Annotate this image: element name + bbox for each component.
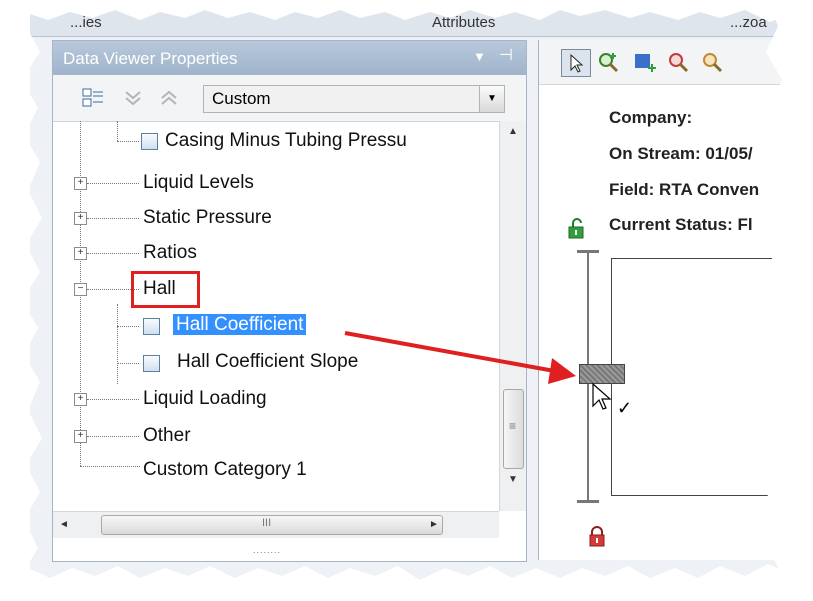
lock-open-icon[interactable] bbox=[567, 218, 587, 240]
torn-edge-left bbox=[0, 0, 42, 601]
tree-item-hall-coefficient[interactable]: Hall Coefficient bbox=[173, 310, 307, 340]
zoom-in-icon[interactable] bbox=[665, 49, 693, 75]
tree-item[interactable]: Static Pressure bbox=[143, 203, 272, 233]
sort-icon[interactable] bbox=[157, 87, 181, 109]
tree-item[interactable]: Liquid Loading bbox=[143, 384, 267, 414]
drop-target-handle[interactable] bbox=[579, 364, 625, 384]
pointer-tool-icon[interactable] bbox=[561, 49, 591, 77]
tree-guide-line bbox=[117, 304, 118, 384]
vertical-scroll-thumb[interactable]: ≡ bbox=[503, 389, 524, 469]
scroll-up-icon[interactable]: ▲ bbox=[500, 121, 526, 143]
slider-bottom-cap bbox=[577, 500, 599, 503]
tree-connector bbox=[87, 399, 139, 400]
tree-checkbox[interactable] bbox=[143, 355, 160, 372]
tree-item[interactable]: Casing Minus Tubing Pressu bbox=[165, 126, 407, 156]
scroll-left-icon[interactable]: ◄ bbox=[53, 512, 75, 538]
company-label: Company: bbox=[609, 108, 693, 127]
horizontal-scrollbar[interactable]: ◄ III ► bbox=[53, 511, 499, 538]
scroll-right-icon[interactable]: ► bbox=[423, 512, 445, 538]
on-stream-label: On Stream: 01/05/ bbox=[609, 144, 753, 163]
collapse-all-icon[interactable] bbox=[81, 87, 105, 109]
tree-item[interactable]: Liquid Levels bbox=[143, 168, 254, 198]
vertical-scrollbar[interactable]: ▲ ≡ ▼ bbox=[499, 121, 526, 511]
field-label: Field: RTA Conven bbox=[609, 180, 760, 199]
tree-item[interactable]: Ratios bbox=[143, 238, 197, 268]
zoom-icon[interactable] bbox=[699, 49, 727, 75]
category-tree: Casing Minus Tubing Pressu + Liquid Leve… bbox=[53, 121, 499, 511]
tree-checkbox[interactable] bbox=[143, 318, 160, 335]
current-status-label: Current Status: Fl bbox=[609, 215, 753, 234]
horizontal-scroll-thumb[interactable]: III bbox=[101, 515, 443, 535]
lock-closed-icon[interactable] bbox=[587, 526, 607, 548]
expand-icon[interactable]: + bbox=[74, 247, 87, 260]
torn-edge-top bbox=[0, 0, 813, 22]
tree-item[interactable]: Other bbox=[143, 421, 191, 451]
zoom-add-icon[interactable] bbox=[595, 49, 623, 75]
cursor-icon bbox=[592, 382, 612, 410]
panel-title-bar: Data Viewer Properties ▼ ⊣ bbox=[53, 41, 526, 75]
scroll-down-icon[interactable]: ▼ bbox=[500, 469, 526, 491]
tree-item-hall[interactable]: Hall bbox=[143, 274, 176, 304]
tree-connector bbox=[117, 363, 139, 364]
torn-edge-right bbox=[764, 0, 813, 601]
panel-title: Data Viewer Properties bbox=[63, 49, 238, 68]
combo-value: Custom bbox=[212, 89, 271, 108]
tree-guide-line bbox=[117, 121, 118, 141]
checkmark-icon: ✓ bbox=[617, 398, 633, 418]
add-track-icon[interactable] bbox=[631, 49, 659, 75]
tree-item[interactable]: Hall Coefficient Slope bbox=[177, 347, 358, 377]
panel-toolbar: Custom ▼ bbox=[53, 75, 526, 122]
tree-item[interactable]: Custom Category 1 bbox=[143, 455, 307, 485]
expand-icon[interactable]: + bbox=[74, 430, 87, 443]
scroll-grip: III bbox=[262, 517, 272, 529]
tree-connector bbox=[117, 326, 139, 327]
expand-icon[interactable]: + bbox=[74, 212, 87, 225]
tree-connector bbox=[80, 466, 140, 467]
pin-icon[interactable]: ⊣ bbox=[499, 45, 513, 65]
data-viewer-properties-panel: Data Viewer Properties ▼ ⊣ Custom ▼ Casi… bbox=[52, 40, 527, 562]
selected-item-label: Hall Coefficient bbox=[173, 314, 307, 335]
collapse-icon[interactable]: − bbox=[74, 283, 87, 296]
panel-dropdown-icon[interactable]: ▼ bbox=[473, 49, 486, 64]
tree-checkbox[interactable] bbox=[141, 133, 158, 150]
torn-edge-bottom bbox=[0, 564, 813, 601]
expand-icon[interactable]: + bbox=[74, 177, 87, 190]
tree-connector bbox=[87, 183, 139, 184]
expand-all-icon[interactable] bbox=[121, 87, 145, 109]
expand-icon[interactable]: + bbox=[74, 393, 87, 406]
tree-connector bbox=[117, 141, 139, 142]
tree-connector bbox=[87, 436, 139, 437]
tree-connector bbox=[87, 253, 139, 254]
combo-dropdown-button[interactable]: ▼ bbox=[479, 86, 504, 112]
scroll-grip: ≡ bbox=[509, 419, 517, 433]
tree-connector bbox=[87, 218, 139, 219]
category-combo[interactable]: Custom ▼ bbox=[203, 85, 505, 113]
